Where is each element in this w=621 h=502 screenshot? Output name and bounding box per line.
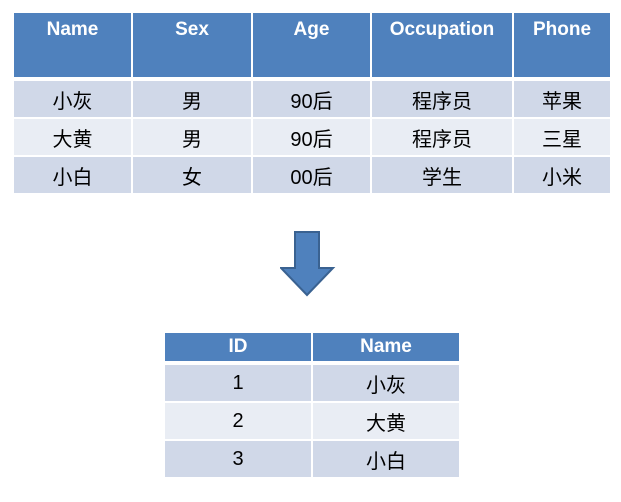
table-row: 1 小灰 <box>163 362 461 403</box>
cell: 学生 <box>370 155 514 195</box>
cell: 小白 <box>12 155 133 195</box>
header-occupation: Occupation <box>370 11 514 80</box>
cell: 00后 <box>251 155 372 195</box>
cell: 男 <box>131 117 253 157</box>
header-name: Name <box>311 331 461 364</box>
result-table: ID Name 1 小灰 2 大黄 3 小白 <box>163 331 461 479</box>
cell: 女 <box>131 155 253 195</box>
cell: 2 <box>163 401 313 441</box>
cell: 小白 <box>311 439 461 479</box>
header-row: ID Name <box>163 331 461 364</box>
cell: 3 <box>163 439 313 479</box>
cell: 小灰 <box>12 78 133 119</box>
cell: 90后 <box>251 78 372 119</box>
cell: 1 <box>163 362 313 403</box>
header-row: Name Sex Age Occupation Phone <box>12 11 612 80</box>
cell: 小米 <box>512 155 612 195</box>
cell: 大黄 <box>12 117 133 157</box>
cell: 程序员 <box>370 117 514 157</box>
table-row: 小白女 00后 学生 小米 <box>12 155 612 195</box>
header-sex: Sex <box>131 11 253 80</box>
table-row: 3 小白 <box>163 439 461 479</box>
cell: 小灰 <box>311 362 461 403</box>
header-phone: Phone <box>512 11 612 80</box>
cell: 90后 <box>251 117 372 157</box>
cell: 大黄 <box>311 401 461 441</box>
cell: 程序员 <box>370 78 514 119</box>
header-id: ID <box>163 331 313 364</box>
cell: 三星 <box>512 117 612 157</box>
table-row: 大黄男 90后 程序员 三星 <box>12 117 612 157</box>
table-row: 2 大黄 <box>163 401 461 441</box>
source-table: Name Sex Age Occupation Phone 小灰男 90后 程序员苹… <box>12 11 612 195</box>
table-row: 小灰男 90后 程序员 苹果 <box>12 78 612 119</box>
header-age: Age <box>251 11 372 80</box>
cell: 男 <box>131 78 253 119</box>
down-arrow-icon <box>280 231 336 297</box>
header-name: Name <box>12 11 133 80</box>
cell: 苹果 <box>512 78 612 119</box>
